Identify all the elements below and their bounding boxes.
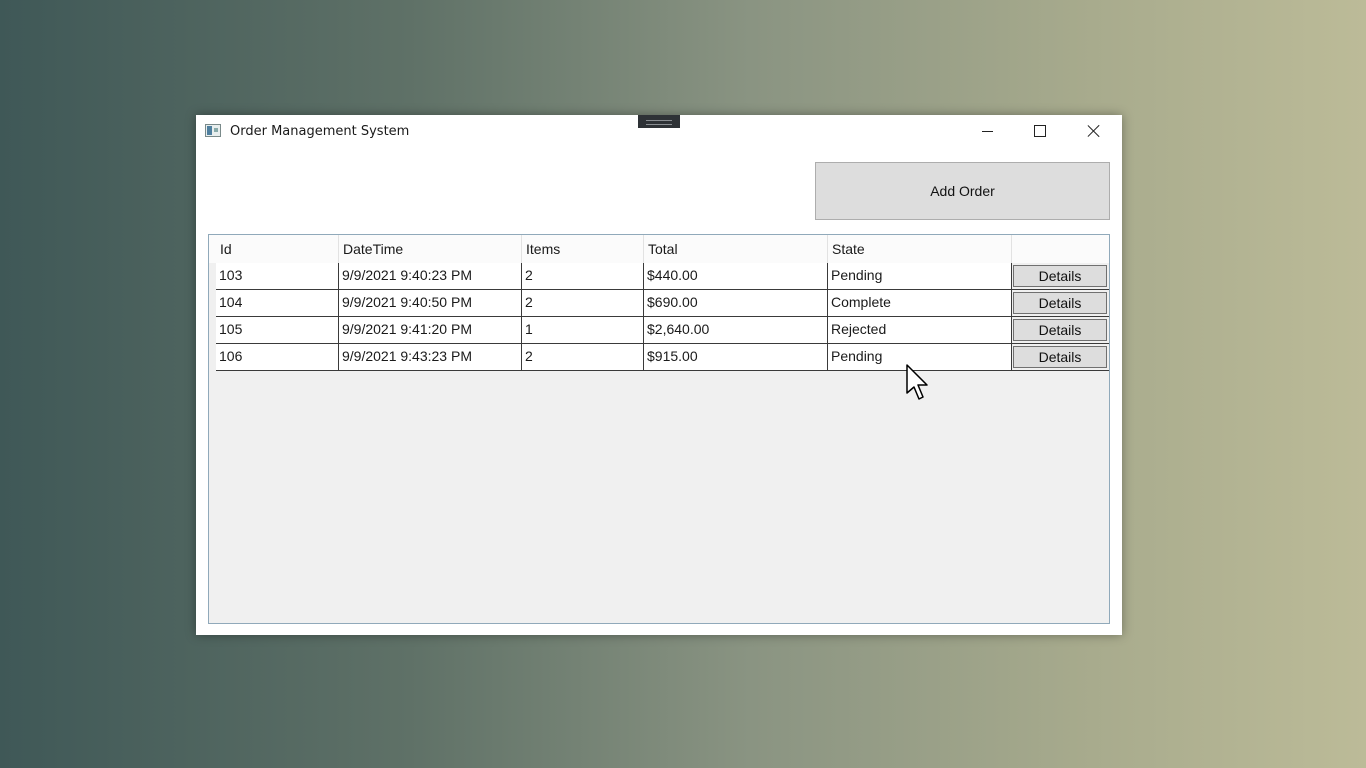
cell-actions: Details — [1012, 263, 1109, 290]
cell-id: 104 — [216, 290, 339, 317]
close-button[interactable] — [1071, 115, 1117, 147]
cell-items: 2 — [522, 344, 644, 371]
cell-datetime: 9/9/2021 9:40:50 PM — [339, 290, 522, 317]
app-window-icon — [205, 124, 221, 137]
cell-datetime: 9/9/2021 9:41:20 PM — [339, 317, 522, 344]
table-row[interactable]: 105 9/9/2021 9:41:20 PM 1 $2,640.00 Reje… — [216, 317, 1109, 344]
cell-id: 106 — [216, 344, 339, 371]
cell-items: 2 — [522, 263, 644, 290]
app-window: Order Management System Add Order Id Dat… — [196, 115, 1122, 635]
cell-state: Pending — [828, 263, 1012, 290]
cell-items: 1 — [522, 317, 644, 344]
details-button[interactable]: Details — [1013, 319, 1107, 341]
maximize-icon — [1034, 125, 1046, 137]
details-button[interactable]: Details — [1013, 265, 1107, 287]
table-row[interactable]: 106 9/9/2021 9:43:23 PM 2 $915.00 Pendin… — [216, 344, 1109, 371]
cell-actions: Details — [1012, 317, 1109, 344]
mouse-pointer-icon — [906, 364, 928, 400]
orders-grid[interactable]: Id DateTime Items Total State 103 9/9/20… — [208, 234, 1110, 624]
cell-actions: Details — [1012, 344, 1109, 371]
cell-total: $2,640.00 — [644, 317, 828, 344]
details-button[interactable]: Details — [1013, 292, 1107, 314]
grid-header: Id DateTime Items Total State — [209, 235, 1109, 263]
title-bar[interactable]: Order Management System — [196, 115, 1122, 147]
cell-datetime: 9/9/2021 9:40:23 PM — [339, 263, 522, 290]
column-header-state[interactable]: State — [828, 235, 1012, 263]
close-icon — [1087, 124, 1101, 138]
cell-state: Rejected — [828, 317, 1012, 344]
details-button[interactable]: Details — [1013, 346, 1107, 368]
table-row[interactable]: 104 9/9/2021 9:40:50 PM 2 $690.00 Comple… — [216, 290, 1109, 317]
cell-items: 2 — [522, 290, 644, 317]
minimize-icon — [981, 130, 993, 132]
column-header-items[interactable]: Items — [522, 235, 644, 263]
column-header-id[interactable]: Id — [216, 235, 339, 263]
cell-actions: Details — [1012, 290, 1109, 317]
cell-datetime: 9/9/2021 9:43:23 PM — [339, 344, 522, 371]
minimize-button[interactable] — [964, 115, 1010, 147]
cell-total: $915.00 — [644, 344, 828, 371]
column-header-actions — [1012, 235, 1109, 263]
table-row[interactable]: 103 9/9/2021 9:40:23 PM 2 $440.00 Pendin… — [216, 263, 1109, 290]
window-title: Order Management System — [230, 124, 410, 139]
cell-id: 103 — [216, 263, 339, 290]
column-header-datetime[interactable]: DateTime — [339, 235, 522, 263]
cell-state: Complete — [828, 290, 1012, 317]
add-order-button[interactable]: Add Order — [815, 162, 1110, 220]
cell-total: $690.00 — [644, 290, 828, 317]
drag-handle[interactable] — [638, 115, 680, 128]
cell-id: 105 — [216, 317, 339, 344]
cell-total: $440.00 — [644, 263, 828, 290]
maximize-button[interactable] — [1017, 115, 1063, 147]
column-header-total[interactable]: Total — [644, 235, 828, 263]
